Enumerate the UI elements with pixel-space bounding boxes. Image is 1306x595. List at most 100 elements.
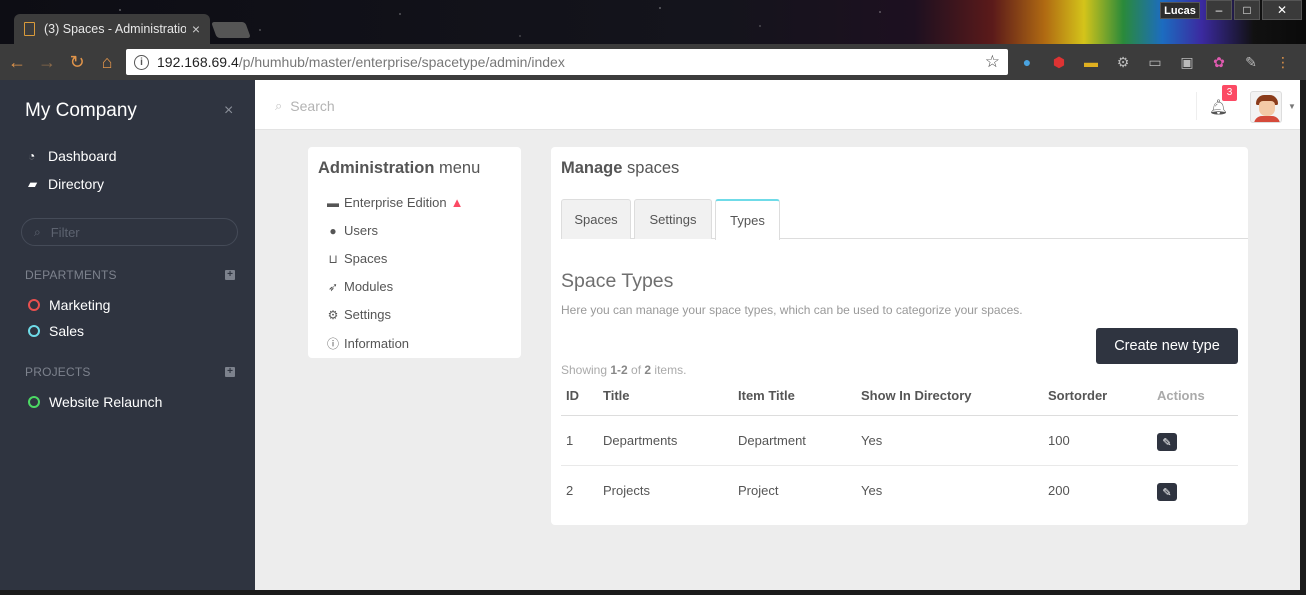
menu-item-information[interactable]: ⓘ Information — [326, 335, 409, 352]
extension-flag-icon[interactable]: ▬ — [1080, 51, 1102, 73]
tab-title: (3) Spaces - Administratio — [44, 22, 186, 36]
cell-item-title: Department — [738, 433, 806, 448]
address-bar[interactable]: i 192.168.69.4 /p/humhub/master/enterpri… — [126, 49, 1008, 75]
column-header-item-title[interactable]: Item Title — [738, 388, 795, 403]
space-item-website-relaunch[interactable]: Website Relaunch — [28, 394, 162, 410]
add-department-icon[interactable]: + — [225, 270, 235, 280]
notification-badge: 3 — [1222, 85, 1237, 101]
extension-gear-icon[interactable]: ⚙ — [1112, 51, 1134, 73]
forward-icon[interactable]: → — [34, 49, 60, 75]
menu-item-label: Users — [344, 223, 378, 238]
minimize-button[interactable]: – — [1206, 0, 1232, 20]
header-divider — [561, 415, 1238, 416]
home-icon[interactable]: ⌂ — [94, 49, 120, 75]
avatar[interactable] — [1250, 91, 1282, 123]
new-tab-button[interactable] — [211, 22, 251, 38]
extension-icons: ● ⬢ ▬ ⚙ ▭ ▣ ✿ ✎ ⋮ — [1016, 51, 1304, 73]
menu-item-modules[interactable]: ➶ Modules — [326, 279, 393, 294]
warning-icon: ▲ — [450, 195, 464, 210]
space-color-icon — [28, 396, 40, 408]
book-icon: ▰ — [28, 177, 38, 191]
cell-show-in-directory: Yes — [861, 483, 883, 498]
space-item-marketing[interactable]: Marketing — [28, 297, 110, 313]
edit-button[interactable]: ✎ — [1157, 483, 1177, 501]
column-header-id[interactable]: ID — [566, 388, 579, 403]
extension-color-icon[interactable]: ✿ — [1208, 51, 1230, 73]
column-header-show-in-directory[interactable]: Show In Directory — [861, 388, 972, 403]
menu-item-settings[interactable]: ⚙ Settings — [326, 307, 391, 322]
filter-input[interactable]: ⌕ Filter — [21, 218, 238, 246]
create-new-type-button[interactable]: Create new type — [1096, 328, 1238, 364]
space-color-icon — [28, 325, 40, 337]
panel-title-bold: Administration — [318, 159, 435, 177]
browser-tab-active[interactable]: (3) Spaces - Administratio × — [14, 14, 210, 44]
back-icon[interactable]: ← — [4, 49, 30, 75]
menu-item-label: Modules — [344, 279, 394, 294]
url-path: /p/humhub/master/enterprise/spacetype/ad… — [238, 54, 565, 70]
brand-title[interactable]: My Company — [25, 100, 137, 122]
info-circle-icon: ⓘ — [326, 337, 339, 351]
dashboard-icon: ◔ — [28, 149, 36, 163]
menu-item-spaces[interactable]: ⊔ Spaces — [326, 251, 387, 266]
menu-item-label: Settings — [344, 307, 391, 322]
cell-title: Projects — [603, 483, 650, 498]
star-icon[interactable]: ☆ — [985, 52, 1000, 72]
menu-icon[interactable]: ⋮ — [1272, 51, 1294, 73]
space-item-label: Marketing — [49, 297, 111, 313]
extension-monitor-icon[interactable]: ▣ — [1176, 51, 1198, 73]
search-icon: ⌕ — [34, 224, 41, 239]
menu-item-enterprise-edition[interactable]: ▬ Enterprise Edition ▲ — [326, 195, 464, 210]
column-header-actions: Actions — [1157, 388, 1205, 403]
browser-profile-button[interactable]: Lucas — [1160, 2, 1200, 19]
extension-ghost-icon[interactable]: ● — [1016, 51, 1038, 73]
extension-cast-icon[interactable]: ▭ — [1144, 51, 1166, 73]
rocket-icon: ➶ — [327, 279, 339, 294]
space-item-label: Sales — [49, 323, 85, 339]
section-header-projects: PROJECTS — [25, 365, 91, 379]
inbox-icon: ⊔ — [328, 251, 338, 266]
sidebar: My Company × ◔ Dashboard ▰ Directory ⌕ F… — [0, 80, 255, 590]
cell-title: Departments — [603, 433, 678, 448]
close-icon[interactable]: × — [224, 102, 233, 120]
sidebar-item-directory[interactable]: ▰ Directory — [28, 176, 104, 192]
cell-item-title: Project — [738, 483, 779, 498]
tab-types[interactable]: Types — [715, 199, 780, 240]
extension-feather-icon[interactable]: ✎ — [1240, 51, 1262, 73]
maximize-button[interactable]: □ — [1234, 0, 1260, 20]
column-header-title[interactable]: Title — [603, 388, 630, 403]
cell-id: 1 — [566, 433, 574, 448]
cell-sortorder: 200 — [1048, 483, 1070, 498]
menu-item-label: Spaces — [344, 251, 388, 266]
column-header-sortorder[interactable]: Sortorder — [1048, 388, 1107, 403]
reload-icon[interactable]: ↻ — [64, 49, 90, 75]
add-project-icon[interactable]: + — [225, 367, 235, 377]
space-item-sales[interactable]: Sales — [28, 323, 84, 339]
cell-id: 2 — [566, 483, 574, 498]
menu-item-users[interactable]: ● Users — [326, 223, 378, 238]
panel-title: Manage spaces — [561, 159, 679, 178]
pencil-icon: ✎ — [1162, 486, 1172, 499]
sidebar-item-dashboard[interactable]: ◔ Dashboard — [28, 148, 117, 164]
page-icon — [24, 22, 35, 36]
browser-titlebar: (3) Spaces - Administratio × Lucas – □ ✕ — [0, 0, 1306, 44]
info-icon[interactable]: i — [134, 54, 149, 70]
grid-summary: Showing 1-2 of 2 items. — [561, 363, 687, 377]
search-input[interactable]: ⌕ Search — [275, 98, 335, 114]
caret-down-icon[interactable]: ▼ — [1288, 102, 1296, 111]
tab-close-icon[interactable]: × — [192, 21, 200, 37]
browser-toolbar: ← → ↻ ⌂ i 192.168.69.4 /p/humhub/master/… — [0, 44, 1306, 80]
menu-item-label: Information — [344, 336, 410, 351]
pencil-icon: ✎ — [1162, 436, 1172, 449]
sidebar-item-label: Dashboard — [48, 148, 117, 164]
user-icon: ● — [329, 223, 337, 238]
tab-settings[interactable]: Settings — [634, 199, 712, 239]
panel-title-rest: menu — [439, 159, 481, 177]
edit-button[interactable]: ✎ — [1157, 433, 1177, 451]
space-color-icon — [28, 299, 40, 311]
close-window-button[interactable]: ✕ — [1262, 0, 1302, 20]
window-border — [1300, 80, 1306, 590]
cell-sortorder: 100 — [1048, 433, 1070, 448]
menu-item-label: Enterprise Edition — [344, 195, 447, 210]
extension-shield-icon[interactable]: ⬢ — [1048, 51, 1070, 73]
tab-spaces[interactable]: Spaces — [561, 199, 631, 239]
